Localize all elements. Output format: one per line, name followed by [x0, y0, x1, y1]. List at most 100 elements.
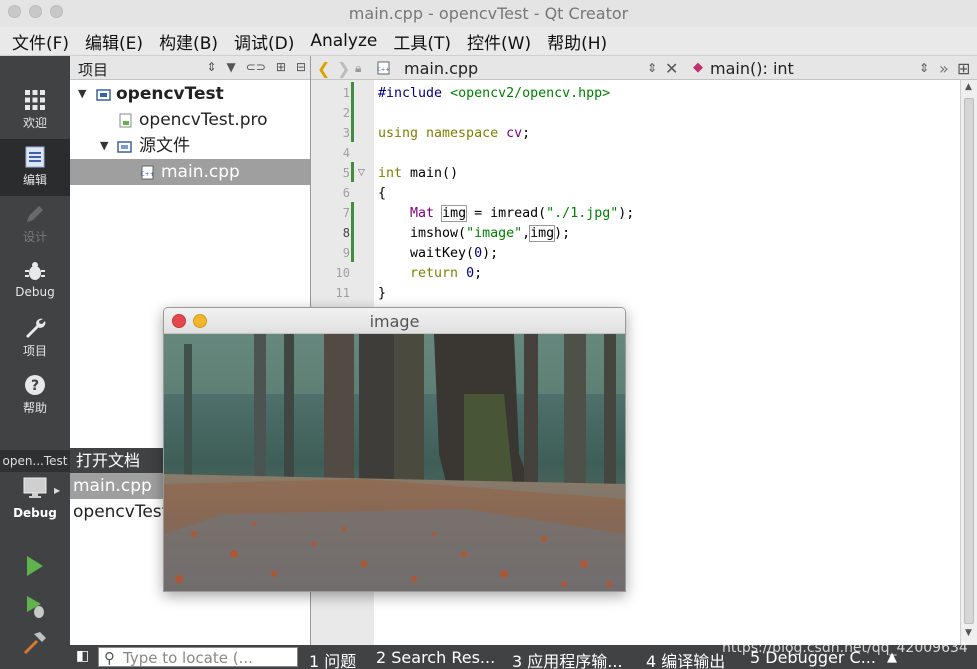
- mode-welcome[interactable]: 欢迎: [0, 82, 70, 139]
- split-editor-icon[interactable]: ⊞: [957, 59, 970, 78]
- tree-item-label: main.cpp: [161, 162, 240, 182]
- image-window[interactable]: image: [163, 307, 626, 592]
- menu-widgets[interactable]: 控件(W): [459, 29, 539, 54]
- code-line: return 0;: [410, 266, 483, 281]
- kit-target-label: Debug: [13, 506, 57, 520]
- more-icon[interactable]: »: [939, 59, 949, 78]
- line-number: 6: [342, 186, 350, 200]
- svg-text:C++: C++: [377, 67, 390, 73]
- mode-label: 设计: [22, 230, 47, 244]
- tree-item-sources[interactable]: ▼ 源文件: [70, 133, 310, 159]
- projects-pane-header: 项目 ⇕ ▼ ⊂⊃ ⊞ ⊟: [70, 56, 310, 80]
- code-line: int main(): [378, 166, 459, 181]
- tree-item-main-cpp[interactable]: C++ main.cpp: [70, 159, 310, 185]
- debug-run-button[interactable]: [20, 592, 48, 620]
- lock-icon: 🔒︎: [355, 61, 362, 75]
- code-line: {: [378, 186, 387, 201]
- menu-bar: 文件(F) 编辑(E) 构建(B) 调试(D) Analyze 工具(T) 控件…: [0, 27, 977, 56]
- symbol-dropdown-icon[interactable]: ⇕: [919, 61, 929, 75]
- tree-item-label: 源文件: [139, 136, 190, 156]
- line-number: 4: [342, 146, 350, 160]
- change-marker: [351, 82, 354, 142]
- menu-help[interactable]: 帮助(H): [539, 29, 615, 54]
- code-line: using namespace cv;: [378, 126, 531, 141]
- run-button[interactable]: [20, 552, 48, 580]
- projects-toolbar: ⇕ ▼ ⊂⊃ ⊞ ⊟: [206, 60, 306, 74]
- mode-projects[interactable]: 项目: [0, 310, 70, 367]
- svg-text:C++: C++: [140, 171, 154, 178]
- expand-arrow-icon[interactable]: ▼: [78, 81, 86, 107]
- editor-scrollbar[interactable]: ▲ ▼: [960, 80, 977, 645]
- pane-application-output[interactable]: 3 应用程序输...: [512, 648, 623, 669]
- current-file-name[interactable]: main.cpp: [404, 59, 478, 78]
- title-bar: main.cpp - opencvTest - Qt Creator: [0, 0, 977, 27]
- kit-name[interactable]: open...Test: [0, 450, 70, 472]
- menu-analyze[interactable]: Analyze: [302, 31, 385, 51]
- back-arrow-icon[interactable]: ❮: [317, 59, 330, 78]
- mode-debug[interactable]: Debug: [0, 253, 70, 310]
- mode-edit[interactable]: 编辑: [0, 139, 70, 196]
- locate-input[interactable]: ⚲ Type to locate (...: [98, 647, 298, 667]
- change-marker: [351, 202, 354, 262]
- menu-tools[interactable]: 工具(T): [385, 29, 459, 54]
- bug-icon: [25, 262, 45, 280]
- image-window-titlebar[interactable]: image: [164, 308, 625, 334]
- line-number: 2: [342, 106, 350, 120]
- mode-label: 编辑: [22, 173, 47, 187]
- split-icon[interactable]: ⊞: [276, 60, 286, 74]
- fold-arrow-icon[interactable]: ▽: [358, 168, 365, 178]
- grid-icon: [25, 90, 45, 110]
- mode-design[interactable]: 设计: [0, 196, 70, 253]
- line-number: 9: [342, 246, 350, 260]
- pane-issues[interactable]: 1 问题: [309, 648, 356, 669]
- pane-search-results[interactable]: 2 Search Res...: [376, 648, 495, 667]
- projects-pane-title[interactable]: 项目: [78, 59, 108, 80]
- symbol-selector[interactable]: main(): int: [710, 59, 794, 78]
- scroll-up-icon[interactable]: ▲: [965, 82, 972, 92]
- mode-help[interactable]: ? 帮助: [0, 367, 70, 424]
- mode-sidebar: 欢迎 编辑 设计 Debug 项目 ? 帮助 open...Test ▶ Deb…: [0, 56, 70, 669]
- line-number: 5: [342, 166, 350, 180]
- filter-icon[interactable]: ▼: [227, 60, 236, 74]
- line-number: 7: [342, 206, 350, 220]
- pro-file-icon: [119, 113, 132, 128]
- scroll-down-icon[interactable]: ▼: [965, 628, 972, 638]
- sort-arrows-icon[interactable]: ⇕: [206, 60, 216, 74]
- expand-arrow-icon[interactable]: ▼: [100, 133, 108, 159]
- code-line: waitKey(0);: [378, 246, 499, 261]
- mode-label: 欢迎: [22, 116, 47, 130]
- close-pane-icon[interactable]: ⊟: [296, 60, 306, 74]
- image-window-title: image: [369, 312, 420, 331]
- document-icon: [25, 146, 45, 168]
- tree-item-project[interactable]: ▼ opencvTest: [70, 81, 310, 107]
- toggle-sidebar-icon[interactable]: ◧: [76, 648, 89, 664]
- monitor-icon: [23, 477, 47, 498]
- locate-placeholder: Type to locate (...: [123, 649, 253, 667]
- cpp-file-icon: C++: [140, 165, 155, 180]
- menu-edit[interactable]: 编辑(E): [77, 29, 151, 54]
- pencil-icon: [27, 206, 43, 222]
- code-line: imshow("image",img);: [378, 225, 571, 242]
- menu-debug[interactable]: 调试(D): [226, 29, 302, 54]
- link-icon[interactable]: ⊂⊃: [246, 60, 266, 74]
- kit-selector[interactable]: ▶ Debug: [0, 472, 70, 532]
- line-number: 3: [342, 126, 350, 140]
- function-symbol-icon: ◆: [693, 60, 703, 75]
- forest-path-photo: [164, 334, 625, 591]
- line-number: 11: [335, 286, 350, 300]
- svg-text:?: ?: [31, 378, 39, 394]
- line-number: 8: [342, 226, 350, 240]
- line-number: 1: [342, 86, 350, 100]
- menu-build[interactable]: 构建(B): [151, 29, 226, 54]
- file-dropdown-icon[interactable]: ⇕: [647, 61, 657, 75]
- help-icon: ?: [25, 375, 45, 395]
- menu-file[interactable]: 文件(F): [4, 29, 77, 54]
- tree-item-pro-file[interactable]: opencvTest.pro: [70, 107, 310, 133]
- forward-arrow-icon[interactable]: ❯: [337, 59, 350, 78]
- build-hammer-button[interactable]: [20, 628, 48, 656]
- scrollbar-thumb[interactable]: [964, 98, 974, 624]
- pane-compile-output[interactable]: 4 编译输出: [646, 648, 725, 669]
- code-line: #include <opencv2/opencv.hpp>: [378, 86, 611, 101]
- code-line: Mat img = imread("./1.jpg");: [410, 205, 635, 222]
- close-file-icon[interactable]: ✕: [665, 59, 678, 78]
